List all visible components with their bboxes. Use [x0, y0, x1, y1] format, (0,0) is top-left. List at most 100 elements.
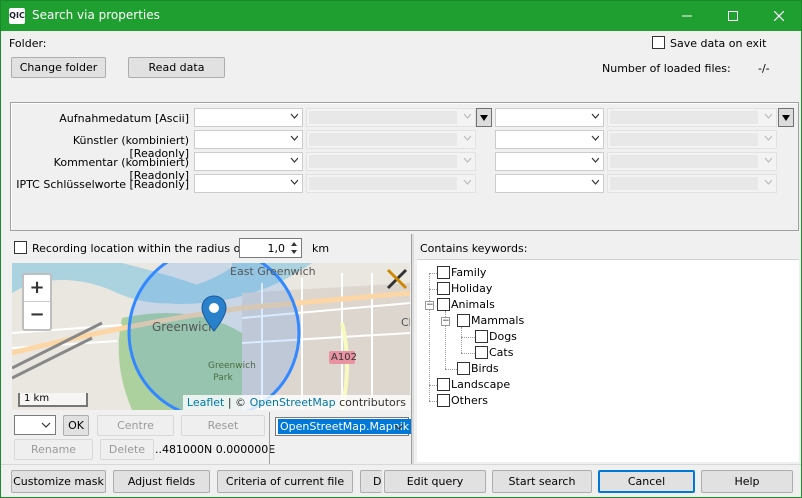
keyword-label: Animals [451, 298, 495, 311]
ok-button[interactable]: OK [63, 415, 89, 436]
operator-combo-2[interactable] [495, 152, 604, 171]
value-combo-2[interactable] [607, 152, 777, 171]
keyword-label: Landscape [451, 378, 511, 391]
keyword-family[interactable]: Family [437, 266, 486, 279]
app-icon: QIC [9, 8, 25, 24]
keyword-checkbox[interactable] [437, 298, 450, 311]
chevron-down-icon [41, 422, 51, 428]
tree-line [429, 289, 437, 290]
keyword-animals[interactable]: Animals [437, 298, 495, 311]
keyword-checkbox[interactable] [457, 362, 470, 375]
zoom-out-button[interactable]: − [24, 302, 50, 329]
tree-line [429, 273, 430, 401]
map-tiles [12, 263, 410, 410]
keyword-tree[interactable]: − − Family Holiday Animals Mammals Dogs … [417, 259, 799, 462]
location-radius-checkbox[interactable] [14, 241, 27, 254]
tools-icon[interactable] [385, 267, 409, 291]
keyword-checkbox[interactable] [475, 330, 488, 343]
value-combo-2[interactable] [607, 108, 777, 127]
keyword-checkbox[interactable] [457, 314, 470, 327]
value-dropdown-button-2[interactable] [778, 108, 794, 127]
centre-button[interactable]: Centre [97, 415, 174, 436]
help-button[interactable]: Help [701, 470, 793, 493]
value-combo-1[interactable] [306, 108, 476, 127]
operator-combo-1[interactable] [194, 152, 303, 171]
zoom-in-button[interactable]: + [24, 275, 50, 302]
keyword-checkbox[interactable] [437, 378, 450, 391]
keyword-others[interactable]: Others [437, 394, 488, 407]
footer-divider [1, 464, 801, 465]
operator-combo-1[interactable] [194, 174, 303, 193]
tile-source-select[interactable]: OpenStreetMap.Mapnik [275, 417, 412, 436]
location-radius-label: Recording location within the radius of [32, 242, 245, 255]
map-view[interactable]: East Greenwich Greenwich Greenwich Park … [12, 263, 410, 410]
loaded-files-label: Number of loaded files: [602, 62, 731, 75]
operator-combo-2[interactable] [495, 108, 604, 127]
keyword-birds[interactable]: Birds [457, 362, 499, 375]
keyword-label: Holiday [451, 282, 493, 295]
change-folder-button[interactable]: Change folder [11, 57, 106, 78]
rename-button[interactable]: Rename [14, 439, 93, 460]
keyword-checkbox[interactable] [437, 266, 450, 279]
criteria-current-file-button[interactable]: Criteria of current file [217, 470, 353, 493]
expand-mammals-toggle[interactable]: − [441, 317, 450, 326]
field-criteria-panel: Aufnahmedatum [Ascii] Künstler (kombinie… [10, 102, 799, 231]
save-on-exit-label: Save data on exit [670, 37, 767, 50]
leaflet-link[interactable]: Leaflet [187, 396, 224, 409]
keyword-checkbox[interactable] [475, 346, 488, 359]
keyword-mammals[interactable]: Mammals [457, 314, 524, 327]
value-combo-2[interactable] [607, 174, 777, 193]
save-on-exit-checkbox[interactable] [652, 36, 665, 49]
keyword-checkbox[interactable] [437, 394, 450, 407]
truncated-button[interactable]: De [360, 470, 382, 493]
operator-combo-1[interactable] [194, 108, 303, 127]
minimize-button[interactable] [664, 1, 710, 31]
start-search-button[interactable]: Start search [492, 470, 592, 493]
adjust-fields-button[interactable]: Adjust fields [113, 470, 210, 493]
triangle-down-icon [480, 115, 488, 121]
location-marker-icon[interactable] [201, 295, 227, 333]
tree-line [461, 353, 475, 354]
value-combo-1[interactable] [306, 174, 476, 193]
map-label-east-greenwich: East Greenwich [230, 265, 316, 278]
keyword-landscape[interactable]: Landscape [437, 378, 510, 391]
operator-combo-2[interactable] [495, 130, 604, 149]
keyword-dogs[interactable]: Dogs [475, 330, 517, 343]
keyword-holiday[interactable]: Holiday [437, 282, 492, 295]
osm-link[interactable]: OpenStreetMap [250, 396, 336, 409]
value-combo-1[interactable] [306, 152, 476, 171]
field-label-iptc: IPTC Schlüsselworte [Readonly] [16, 178, 189, 191]
keyword-cats[interactable]: Cats [475, 346, 513, 359]
coordinates-readout: ..481000N 0.000000E [155, 443, 276, 456]
value-combo-2[interactable] [607, 130, 777, 149]
cancel-button[interactable]: Cancel [598, 470, 695, 493]
close-button[interactable] [756, 1, 801, 31]
value-dropdown-button-1[interactable] [476, 108, 492, 127]
maximize-icon [728, 11, 738, 21]
radius-value: 1,0 [267, 242, 286, 255]
saved-locations-select[interactable] [14, 415, 56, 435]
operator-combo-1[interactable] [194, 130, 303, 149]
tree-line [429, 401, 437, 402]
keyword-checkbox[interactable] [437, 282, 450, 295]
reset-button[interactable]: Reset [181, 415, 265, 436]
keyword-label: Dogs [489, 330, 517, 343]
map-attribution: Leaflet | © OpenStreetMap contributors [182, 395, 410, 410]
read-data-button[interactable]: Read data [128, 57, 225, 78]
operator-combo-2[interactable] [495, 174, 604, 193]
customize-mask-button[interactable]: Customize mask [11, 470, 106, 493]
spinner-arrows-icon[interactable] [289, 240, 299, 256]
keyword-label: Others [451, 394, 488, 407]
attribution-tail: contributors [339, 396, 406, 409]
maximize-button[interactable] [710, 1, 756, 31]
delete-button[interactable]: Delete [100, 439, 154, 460]
tree-line [461, 327, 462, 353]
map-label-edge: Ch [401, 316, 410, 329]
radius-spinner[interactable]: 1,0 [239, 238, 302, 258]
window-title: Search via properties [32, 8, 160, 22]
expand-animals-toggle[interactable]: − [425, 301, 434, 310]
close-icon [774, 11, 784, 21]
keyword-label: Family [451, 266, 487, 279]
value-combo-1[interactable] [306, 130, 476, 149]
edit-query-button[interactable]: Edit query [384, 470, 486, 493]
